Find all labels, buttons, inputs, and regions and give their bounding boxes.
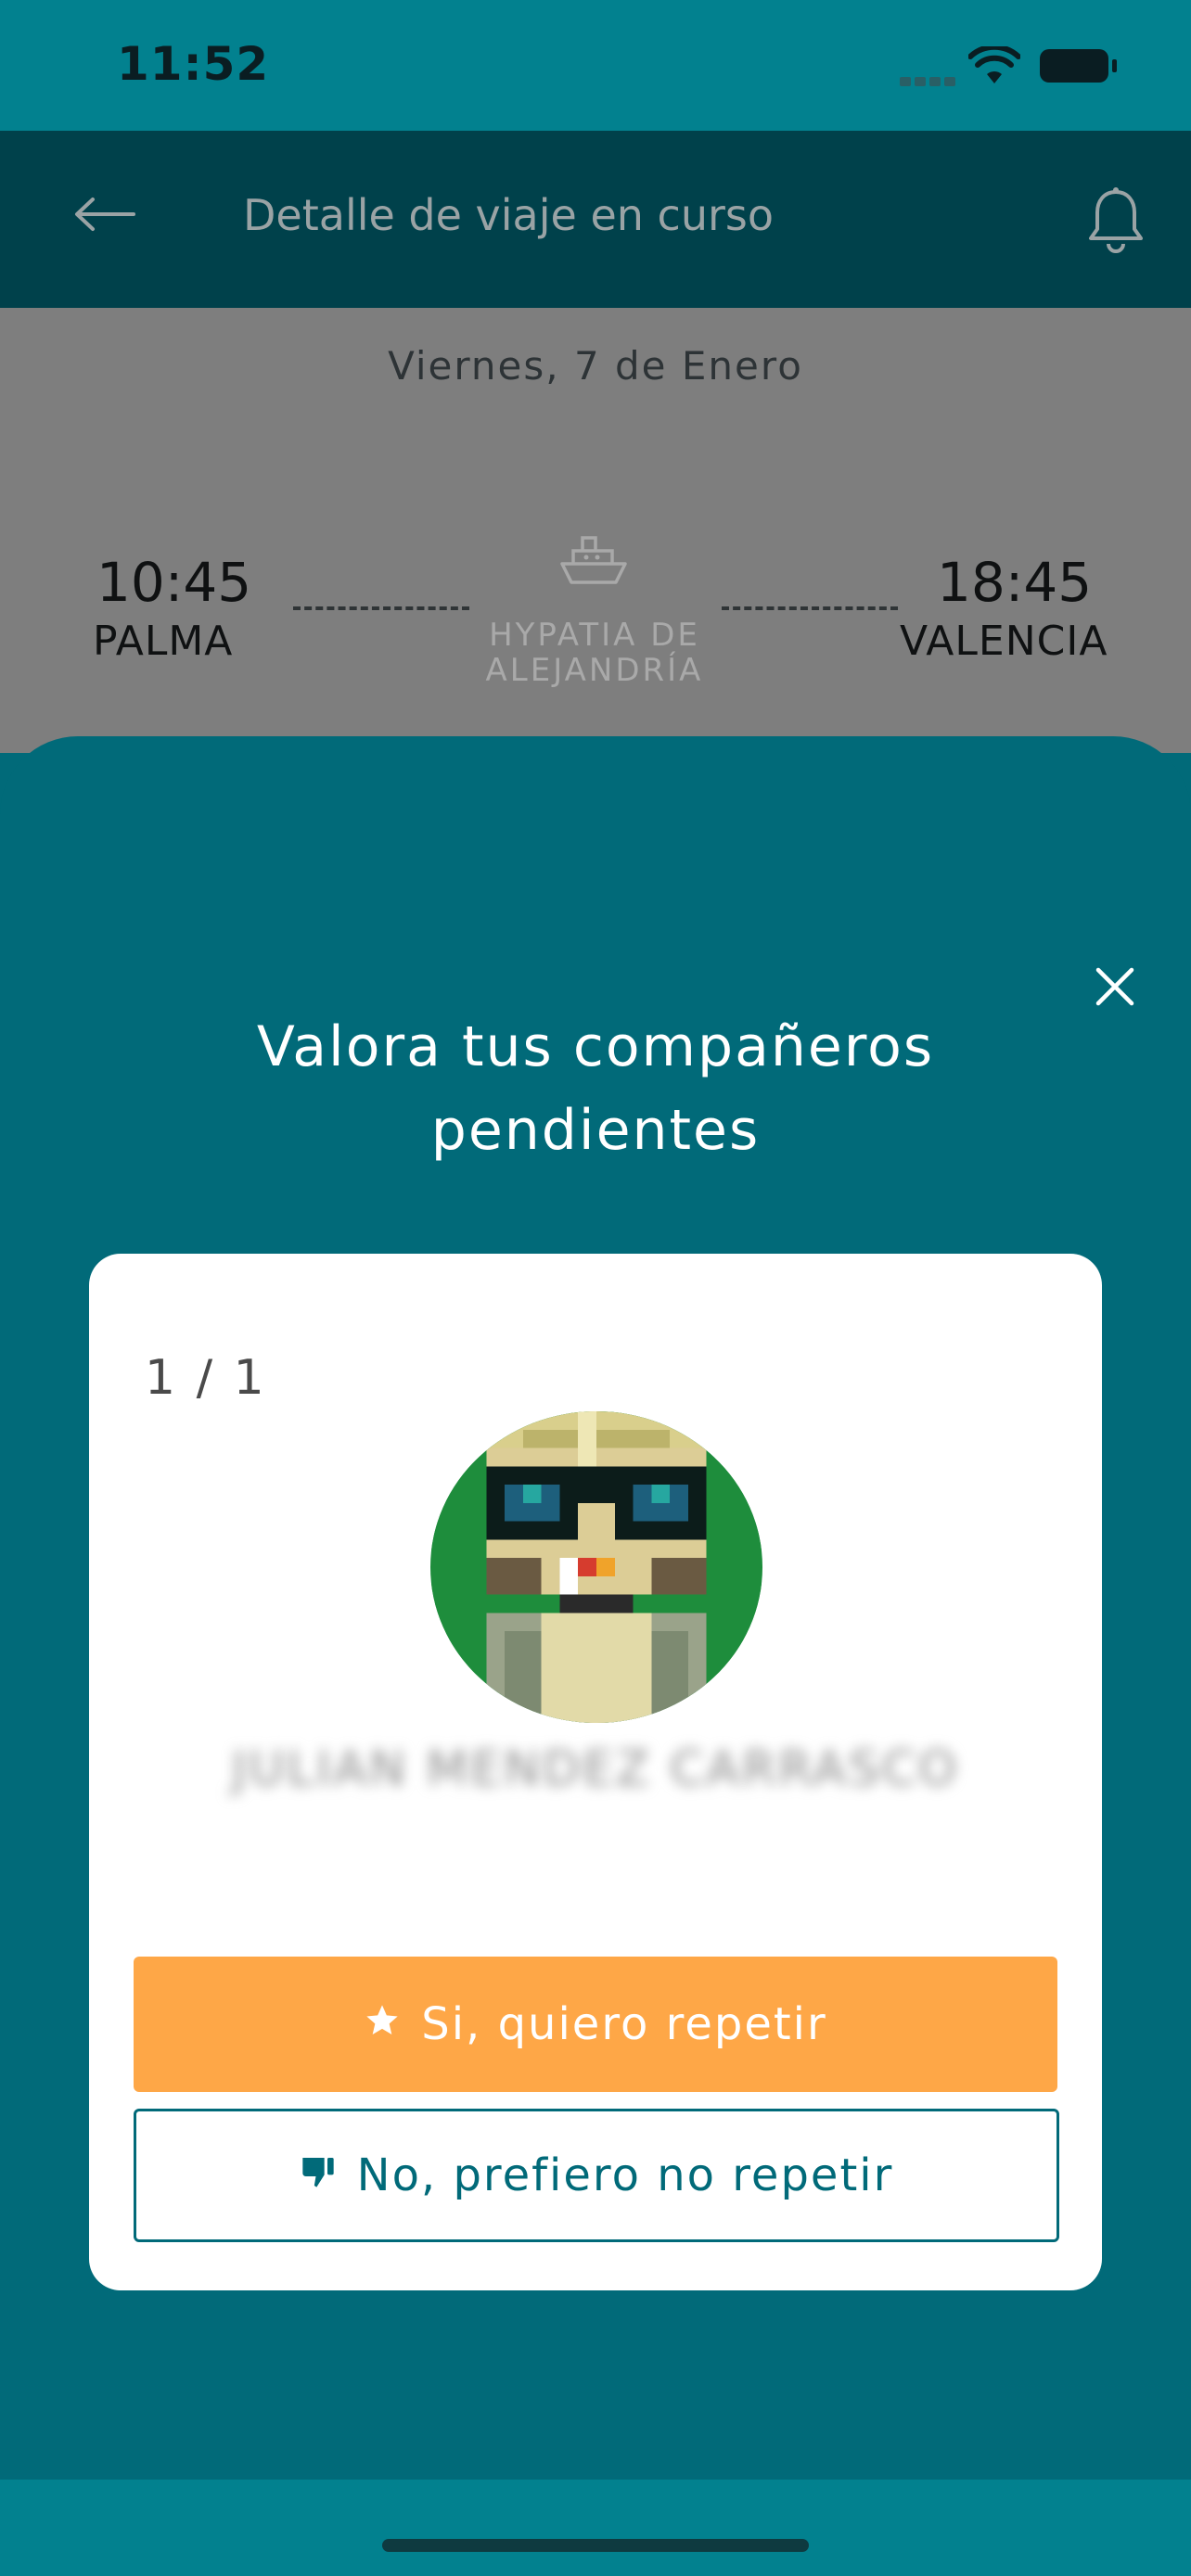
close-icon[interactable] <box>1095 966 1135 1011</box>
repeat-no-button[interactable]: No, prefiero no repetir <box>134 2109 1059 2242</box>
route-line-right <box>722 606 898 610</box>
vessel-name: HYPATIA DE ALEJANDRÍA <box>445 618 744 688</box>
page-title: Detalle de viaje en curso <box>243 190 774 240</box>
vessel-name-line1: HYPATIA DE <box>489 617 700 654</box>
rating-card: 1 / 1 JULIAN MENDEZ CARRASCO Si, quiero … <box>89 1254 1102 2290</box>
wifi-icon <box>967 44 1021 89</box>
user-name: JULIAN MENDEZ CARRASCO <box>231 1741 960 1797</box>
star-icon <box>364 1998 401 2050</box>
repeat-no-label: No, prefiero no repetir <box>356 2149 894 2201</box>
app-header: Detalle de viaje en curso <box>0 131 1191 308</box>
repeat-yes-label: Si, quiero repetir <box>421 1998 827 2050</box>
departure-city: PALMA <box>93 618 234 665</box>
home-indicator[interactable] <box>382 2539 809 2552</box>
repeat-yes-button[interactable]: Si, quiero repetir <box>134 1957 1057 2092</box>
status-bar: 11:52 <box>0 0 1191 131</box>
departure-time: 10:45 <box>96 551 252 614</box>
ship-icon <box>558 530 629 592</box>
rating-counter: 1 / 1 <box>145 1350 267 1406</box>
rating-bottom-sheet: Valora tus compañeros pendientes 1 / 1 J… <box>0 736 1191 2480</box>
battery-icon <box>1040 49 1117 83</box>
sheet-title: Valora tus compañeros pendientes <box>0 1005 1191 1172</box>
sheet-title-line2: pendientes <box>430 1098 761 1163</box>
bell-icon[interactable] <box>1087 186 1145 257</box>
home-area <box>0 2480 1191 2576</box>
vessel-name-line2: ALEJANDRÍA <box>485 652 704 689</box>
arrival-time: 18:45 <box>937 551 1093 614</box>
trip-date: Viernes, 7 de Enero <box>388 343 803 389</box>
trip-summary: Viernes, 7 de Enero 10:45 PALMA HYPATIA … <box>0 308 1191 753</box>
back-arrow-icon[interactable] <box>72 196 137 236</box>
sheet-title-line1: Valora tus compañeros <box>256 1014 935 1079</box>
arrival-city: VALENCIA <box>900 618 1108 665</box>
route-line-left <box>293 606 469 610</box>
status-time: 11:52 <box>117 37 270 91</box>
signal-icon <box>900 72 959 90</box>
thumbs-down-icon <box>300 2149 337 2201</box>
avatar <box>430 1411 762 1723</box>
